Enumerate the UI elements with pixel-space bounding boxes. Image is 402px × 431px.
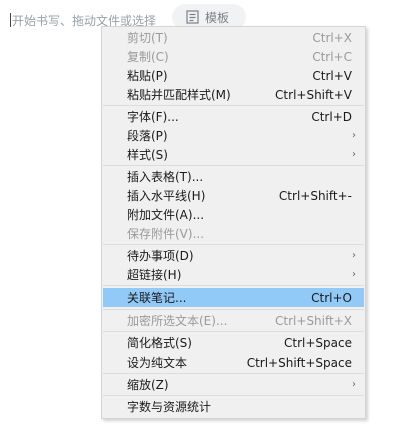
submenu-arrow-icon: › xyxy=(352,250,356,261)
template-icon xyxy=(186,10,199,24)
menu-item-cut[interactable]: 剪切(T) Ctrl+X xyxy=(103,28,364,47)
menu-separator xyxy=(103,105,364,106)
menu-item-style[interactable]: 样式(S) › xyxy=(103,145,364,164)
menu-item-attach-file[interactable]: 附加文件(A)... xyxy=(103,205,364,224)
submenu-arrow-icon: › xyxy=(352,269,356,280)
menu-item-insert-hr[interactable]: 插入水平线(H) Ctrl+Shift+- xyxy=(103,186,364,205)
menu-item-copy[interactable]: 复制(C) Ctrl+C xyxy=(103,47,364,66)
submenu-arrow-icon: › xyxy=(352,130,356,141)
menu-separator xyxy=(103,331,364,332)
menu-separator xyxy=(103,395,364,396)
text-caret xyxy=(10,13,11,27)
context-menu: 剪切(T) Ctrl+X 复制(C) Ctrl+C 粘贴(P) Ctrl+V 粘… xyxy=(101,26,366,419)
menu-item-insert-table[interactable]: 插入表格(T)... xyxy=(103,167,364,186)
menu-item-simplify-format[interactable]: 简化格式(S) Ctrl+Space xyxy=(103,333,364,352)
menu-item-save-attachment[interactable]: 保存附件(V)... xyxy=(103,224,364,243)
submenu-arrow-icon: › xyxy=(352,379,356,390)
menu-item-paragraph[interactable]: 段落(P) › xyxy=(103,126,364,145)
submenu-arrow-icon: › xyxy=(352,149,356,160)
menu-item-plain-text[interactable]: 设为纯文本 Ctrl+Shift+Space xyxy=(103,353,364,372)
menu-item-font[interactable]: 字体(F)... Ctrl+D xyxy=(103,107,364,126)
menu-separator xyxy=(103,373,364,374)
menu-item-encrypt[interactable]: 加密所选文本(E)... Ctrl+Shift+X xyxy=(103,311,364,330)
menu-item-paste-match-style[interactable]: 粘贴并匹配样式(M) Ctrl+Shift+V xyxy=(103,85,364,104)
menu-separator xyxy=(103,285,364,286)
menu-item-word-count[interactable]: 字数与资源统计 xyxy=(103,397,364,416)
menu-item-paste[interactable]: 粘贴(P) Ctrl+V xyxy=(103,66,364,85)
menu-separator xyxy=(103,244,364,245)
template-label: 模板 xyxy=(205,10,230,25)
menu-item-todo[interactable]: 待办事项(D) › xyxy=(103,246,364,265)
menu-separator xyxy=(103,165,364,166)
menu-separator xyxy=(103,309,364,310)
menu-item-zoom[interactable]: 缩放(Z) › xyxy=(103,375,364,394)
menu-item-link-note[interactable]: 关联笔记... Ctrl+O xyxy=(103,288,364,307)
menu-item-hyperlink[interactable]: 超链接(H) › xyxy=(103,265,364,284)
